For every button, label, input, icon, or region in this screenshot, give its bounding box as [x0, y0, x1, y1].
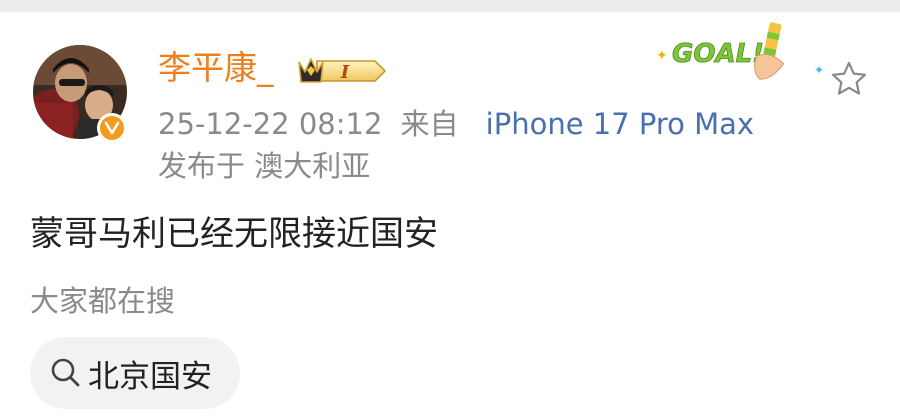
- post-meta: 25-12-22 08:12 来自 iPhone 17 Pro Max: [158, 105, 754, 143]
- device-link[interactable]: iPhone 17 Pro Max: [486, 107, 754, 141]
- verified-badge-icon: [97, 113, 127, 143]
- top-separator: [0, 0, 900, 12]
- search-icon: [51, 358, 80, 387]
- svg-text:✦: ✦: [656, 48, 668, 64]
- svg-text:✦: ✦: [814, 63, 824, 77]
- username[interactable]: 李平康_: [158, 48, 274, 88]
- vip-level-text: I: [340, 62, 350, 83]
- post-text: 蒙哥马利已经无限接近国安: [30, 214, 438, 254]
- timestamp: 25-12-22 08:12: [158, 107, 383, 141]
- trending-search-chip[interactable]: 北京国安: [30, 337, 240, 409]
- goal-text: GOAL!: [672, 39, 764, 69]
- goal-decoration: ✦ GOAL! ✦: [656, 22, 824, 80]
- search-hint-label: 大家都在搜: [30, 284, 176, 318]
- vip-level-badge[interactable]: I: [295, 52, 389, 90]
- location-text: 发布于 澳大利亚: [158, 149, 371, 183]
- star-icon[interactable]: [830, 60, 868, 98]
- search-chip-label: 北京国安: [88, 358, 212, 395]
- via-label: 来自: [400, 107, 459, 141]
